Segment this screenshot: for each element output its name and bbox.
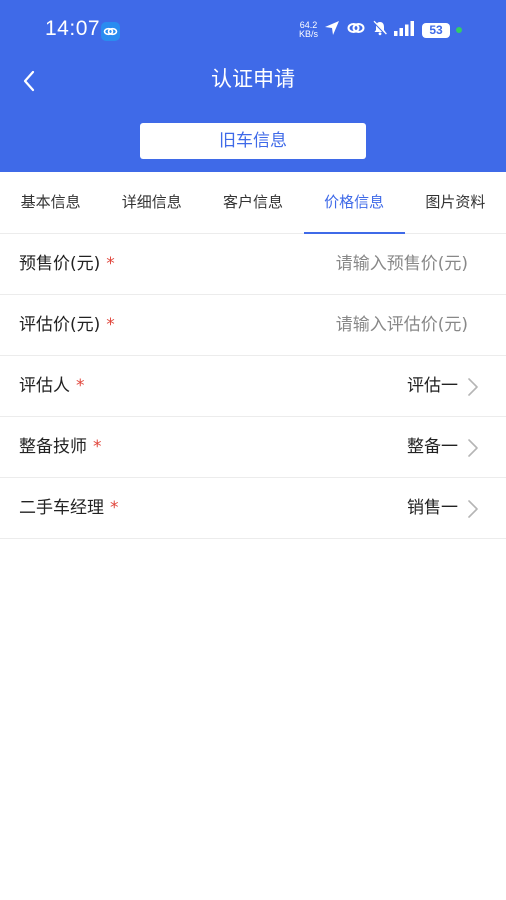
used-car-manager-label: 二手车经理 *	[19, 478, 119, 538]
required-mark: *	[106, 315, 115, 335]
used-car-manager-value: 销售一	[407, 498, 458, 518]
prep-technician-select-row[interactable]: 整备技师 * 整备一	[0, 417, 506, 478]
status-time: 14:07	[45, 17, 101, 40]
assessor-label-text: 评估人	[19, 376, 70, 396]
used-car-manager-label-text: 二手车经理	[19, 498, 104, 518]
price-form: 预售价(元)* 评估价(元)* 评估人* 评估一 整备技师* 整备一 二手车经理…	[0, 234, 506, 539]
network-speed: 64.2 KB/s	[299, 21, 318, 39]
required-mark: *	[110, 498, 119, 518]
app-notification-icon	[101, 22, 120, 41]
assessed-price-row: 评估价(元) *	[0, 295, 506, 356]
used-car-manager-select-row[interactable]: 二手车经理 * 销售一	[0, 478, 506, 539]
chevron-right-icon	[468, 439, 478, 457]
assessed-price-input[interactable]	[248, 309, 468, 341]
assessor-label: 评估人 *	[19, 356, 85, 416]
presale-price-label-text: 预售价(元)	[19, 254, 101, 274]
screen: 14:07 64.2 KB/s 53 认证申请 旧车信息 基本信息 详细信息 客…	[0, 0, 506, 900]
signal-icon	[394, 20, 416, 40]
page-title: 认证申请	[211, 67, 295, 91]
presale-price-input[interactable]	[248, 248, 468, 280]
tab-bar: 基本信息 详细信息 客户信息 价格信息 图片资料	[0, 172, 506, 234]
chevron-right-icon	[468, 500, 478, 518]
tab-price-info[interactable]: 价格信息	[303, 172, 405, 234]
tab-detail-info[interactable]: 详细信息	[101, 172, 202, 233]
battery-indicator: 53	[422, 22, 450, 38]
required-mark: *	[93, 437, 102, 457]
assessor-value: 评估一	[407, 376, 458, 396]
tab-customer-info[interactable]: 客户信息	[202, 172, 303, 233]
assessor-select-row[interactable]: 评估人 * 评估一	[0, 356, 506, 417]
old-car-info-button[interactable]: 旧车信息	[140, 123, 366, 159]
link-icon	[346, 20, 366, 40]
header: 14:07 64.2 KB/s 53 认证申请 旧车信息	[0, 0, 506, 172]
prep-technician-label-text: 整备技师	[19, 437, 87, 457]
tab-basic-info[interactable]: 基本信息	[0, 172, 101, 233]
bell-muted-icon	[372, 20, 388, 40]
status-icons: 64.2 KB/s 53	[299, 18, 462, 42]
required-mark: *	[106, 254, 115, 274]
charging-dot-icon	[456, 27, 462, 33]
tab-image-materials[interactable]: 图片资料	[405, 172, 506, 233]
prep-technician-label: 整备技师 *	[19, 417, 102, 477]
network-speed-unit: KB/s	[298, 29, 318, 39]
prep-technician-value: 整备一	[407, 437, 458, 457]
presale-price-label: 预售价(元) *	[19, 234, 115, 294]
location-icon	[324, 20, 340, 40]
presale-price-row: 预售价(元) *	[0, 234, 506, 295]
chevron-right-icon	[468, 378, 478, 396]
assessed-price-label: 评估价(元) *	[19, 295, 115, 355]
assessed-price-label-text: 评估价(元)	[19, 315, 101, 335]
required-mark: *	[76, 376, 85, 396]
